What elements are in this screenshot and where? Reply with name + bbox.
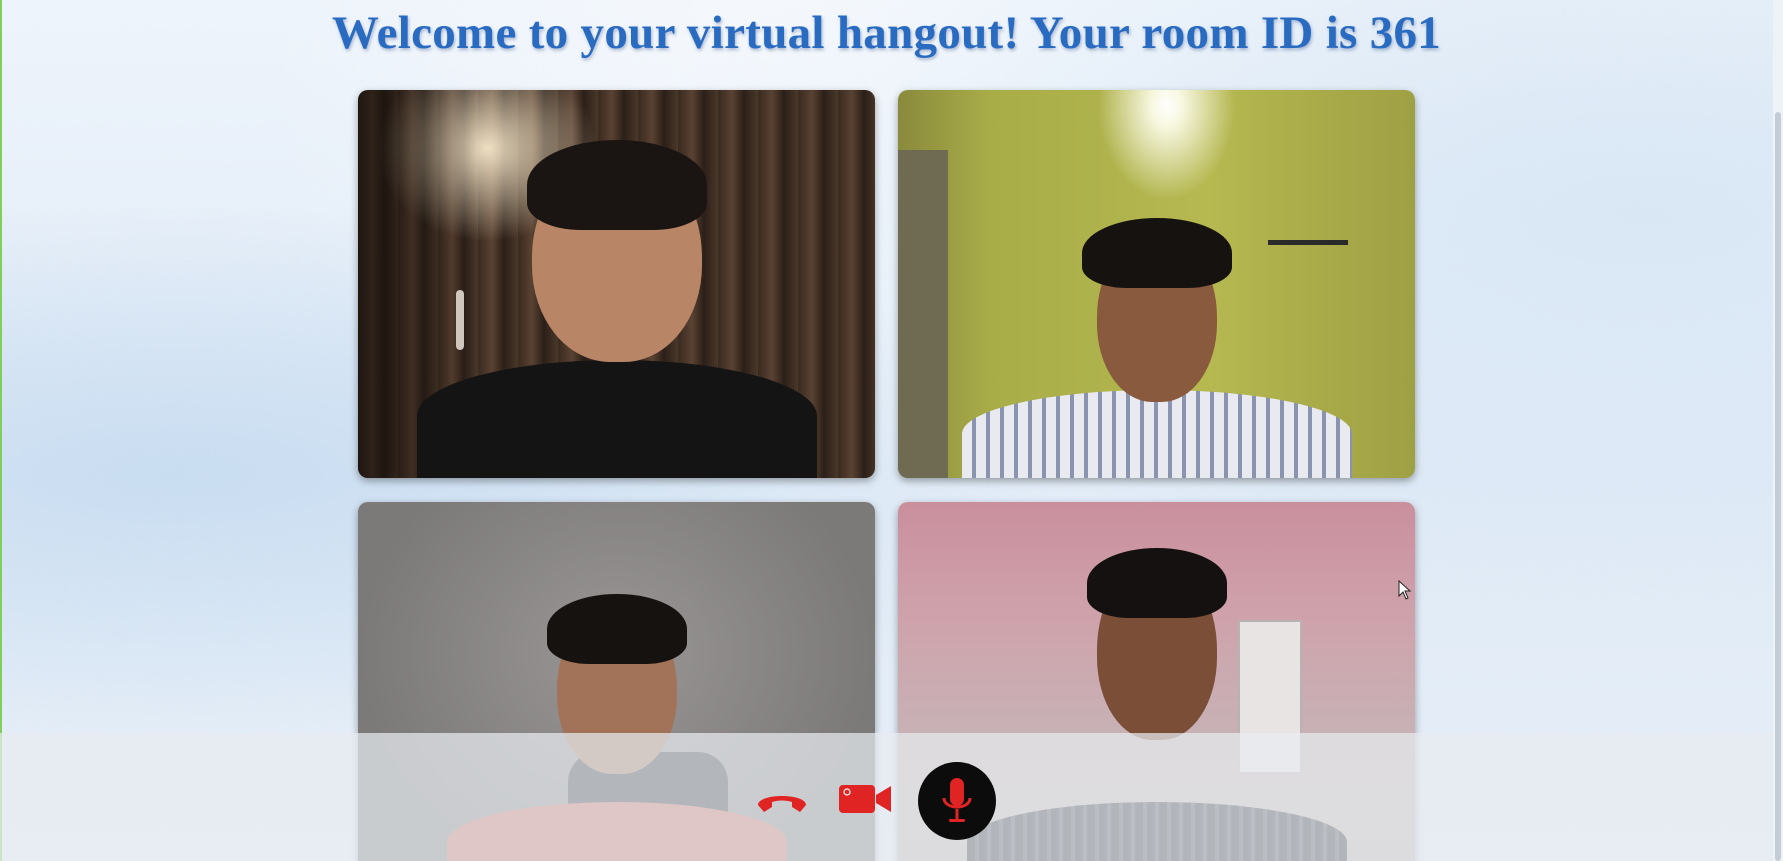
- hangup-button[interactable]: [752, 780, 812, 820]
- phone-hangup-icon: [758, 796, 806, 812]
- page-title: Welcome to your virtual hangout! Your ro…: [331, 7, 1442, 59]
- participant-video: [358, 90, 875, 478]
- participant-video: [898, 90, 1415, 478]
- scrollbar-thumb[interactable]: [1775, 112, 1781, 861]
- microphone-toggle-button[interactable]: [918, 762, 996, 840]
- camera-toggle-button[interactable]: [836, 778, 894, 820]
- video-tile-participant-2[interactable]: [898, 90, 1415, 478]
- mouse-cursor-icon: [1398, 580, 1412, 600]
- scrollbar[interactable]: [1773, 0, 1783, 861]
- video-camera-icon: [839, 785, 891, 813]
- microphone-icon: [942, 778, 972, 822]
- video-tile-participant-1[interactable]: [358, 90, 875, 478]
- window-left-edge: [0, 0, 2, 861]
